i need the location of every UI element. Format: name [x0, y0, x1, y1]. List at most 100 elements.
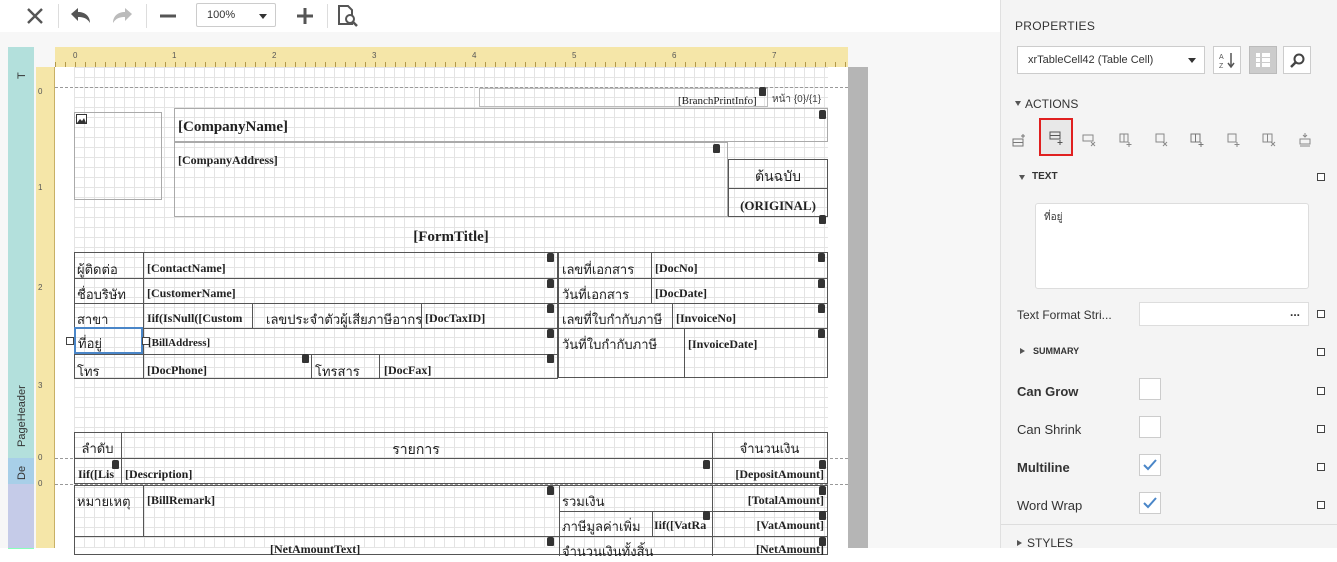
delete-row-icon[interactable] [1081, 132, 1097, 148]
taxid-label[interactable]: เลขประจำตัวผู้เสียภาษีอากร [266, 309, 422, 330]
customer-name-field[interactable]: [CustomerName] [147, 286, 236, 301]
table-line [379, 354, 380, 378]
net-amount-field[interactable]: [NetAmount] [711, 542, 824, 557]
text-property-editor[interactable]: ที่อยู่ [1035, 203, 1309, 289]
expand-icon[interactable] [1020, 348, 1025, 354]
reset-property-icon[interactable] [1317, 425, 1325, 433]
page-number-info[interactable]: หน้า {0}/{1} [772, 92, 821, 107]
bill-address-field[interactable]: [BillAddress] [148, 337, 210, 349]
resize-handle[interactable] [66, 337, 74, 345]
detail-description-field[interactable]: [Description] [125, 467, 192, 482]
categorized-view-button[interactable] [1249, 46, 1277, 74]
band-footer[interactable] [8, 484, 34, 549]
db-field-icon [703, 511, 710, 520]
company-address-text: [CompanyAddress] [178, 153, 278, 167]
remark-label[interactable]: หมายเหตุ [77, 491, 131, 512]
taxid-field[interactable]: [DocTaxID] [425, 311, 485, 326]
customer-label[interactable]: ชื่อบริษัท [77, 284, 126, 305]
ellipsis-button[interactable]: ... [1290, 305, 1300, 319]
sort-alphabetically-button[interactable]: AZ [1213, 46, 1241, 74]
vat-label[interactable]: ภาษีมูลค่าเพิ่ม [562, 516, 641, 537]
phone-label[interactable]: โทร [77, 361, 100, 382]
reset-property-icon[interactable] [1317, 501, 1325, 509]
insert-row-above-icon[interactable] [1011, 132, 1027, 148]
band-top-margin[interactable]: T [8, 47, 34, 88]
reset-property-icon[interactable] [1317, 310, 1325, 318]
delete-cell-icon[interactable] [1261, 132, 1277, 148]
db-field-icon [819, 537, 826, 546]
insert-cell-icon[interactable] [1225, 132, 1241, 148]
contact-name-field[interactable]: [ContactName] [147, 261, 226, 276]
contact-label[interactable]: ผู้ติดต่อ [77, 259, 118, 280]
db-field-icon [547, 329, 554, 338]
original-label-table[interactable]: ต้นฉบับ (ORIGINAL) [728, 159, 828, 217]
net-amount-label[interactable]: จำนวนเงินทั้งสิ้น [562, 541, 653, 562]
band-page-header[interactable]: PageHeader [8, 87, 34, 459]
docno-field[interactable]: [DocNo] [655, 261, 698, 276]
actions-header[interactable]: ACTIONS [1025, 97, 1078, 111]
column-items-header[interactable]: รายการ [121, 439, 711, 461]
company-logo-picture[interactable] [74, 112, 162, 200]
properties-panel: PROPERTIES xrTableCell42 (Table Cell) AZ… [1000, 0, 1337, 550]
can-shrink-checkbox[interactable] [1139, 416, 1161, 438]
detail-amount-field[interactable]: [DepositAmount] [711, 467, 824, 482]
merge-cells-icon[interactable] [1297, 132, 1313, 148]
close-icon[interactable] [20, 2, 50, 30]
preview-icon[interactable] [332, 2, 362, 30]
branch-expression-field[interactable]: Iif(IsNull([Custom [147, 311, 249, 326]
company-address-cell[interactable]: [CompanyAddress] [174, 142, 728, 217]
checkmark-icon [1143, 497, 1157, 509]
summary-section-header[interactable]: SUMMARY [1033, 346, 1079, 356]
reset-property-icon[interactable] [1317, 387, 1325, 395]
text-format-input[interactable]: ... [1139, 302, 1309, 326]
zoom-in-icon[interactable] [290, 2, 320, 30]
reset-property-icon[interactable] [1317, 463, 1325, 471]
zoom-select[interactable]: 100% [196, 3, 276, 27]
invoiceno-label[interactable]: เลขที่ใบกำกับภาษี [562, 309, 662, 330]
text-section-header[interactable]: TEXT [1032, 171, 1058, 182]
collapse-icon[interactable] [1019, 175, 1025, 180]
invoicedate-field[interactable]: [InvoiceDate] [688, 337, 757, 352]
invoiceno-field[interactable]: [InvoiceNo] [676, 311, 736, 326]
fax-label[interactable]: โทรสาร [315, 361, 360, 382]
object-selector[interactable]: xrTableCell42 (Table Cell) [1017, 46, 1205, 74]
detail-no-field[interactable]: Iif([Lis [78, 467, 120, 482]
insert-column-right-icon[interactable] [1189, 132, 1205, 148]
remark-field[interactable]: [BillRemark] [147, 493, 215, 508]
expand-icon[interactable] [1017, 540, 1022, 546]
can-grow-checkbox[interactable] [1139, 378, 1161, 400]
phone-field[interactable]: [DocPhone] [147, 363, 207, 378]
collapse-icon[interactable] [1015, 101, 1021, 106]
band-detail[interactable]: De [8, 458, 34, 485]
reset-property-icon[interactable] [1317, 348, 1325, 356]
delete-column-icon[interactable] [1153, 132, 1169, 148]
column-amount-header[interactable]: จำนวนเงิน [711, 438, 828, 459]
insert-column-left-icon[interactable] [1117, 132, 1133, 148]
invoicedate-label[interactable]: วันที่ใบกำกับภาษี [562, 334, 657, 355]
zoom-out-icon[interactable] [153, 2, 183, 30]
docdate-label[interactable]: วันที่เอกสาร [562, 284, 629, 305]
insert-row-below-button[interactable] [1039, 118, 1073, 156]
multiline-checkbox[interactable] [1139, 454, 1161, 476]
reset-property-icon[interactable] [1317, 173, 1325, 181]
vat-field[interactable]: [VatAmount] [711, 518, 824, 533]
undo-icon[interactable] [65, 2, 95, 30]
vat-rate-field[interactable]: Iif([VatRa [654, 518, 710, 533]
column-no-header[interactable]: ลำดับ [74, 438, 121, 459]
word-wrap-checkbox[interactable] [1139, 492, 1161, 514]
db-field-icon [547, 279, 554, 288]
svg-text:A: A [1219, 54, 1224, 61]
search-button[interactable] [1283, 46, 1311, 74]
total-label[interactable]: รวมเงิน [562, 491, 605, 512]
branch-print-info-cell[interactable]: [BranchPrintInfo] [479, 88, 768, 107]
db-field-icon [703, 460, 710, 469]
total-field[interactable]: [TotalAmount] [711, 493, 824, 508]
docno-label[interactable]: เลขที่เอกสาร [562, 259, 634, 280]
selected-cell-outline[interactable]: ที่อยู่ [74, 327, 143, 354]
form-title-text[interactable]: [FormTitle] [74, 229, 828, 246]
company-name-cell[interactable]: [CompanyName] [174, 108, 828, 142]
docdate-field[interactable]: [DocDate] [655, 286, 707, 301]
redo-icon[interactable] [108, 2, 138, 30]
net-amount-text-field[interactable]: [NetAmountText] [270, 542, 360, 557]
fax-field[interactable]: [DocFax] [384, 363, 431, 378]
